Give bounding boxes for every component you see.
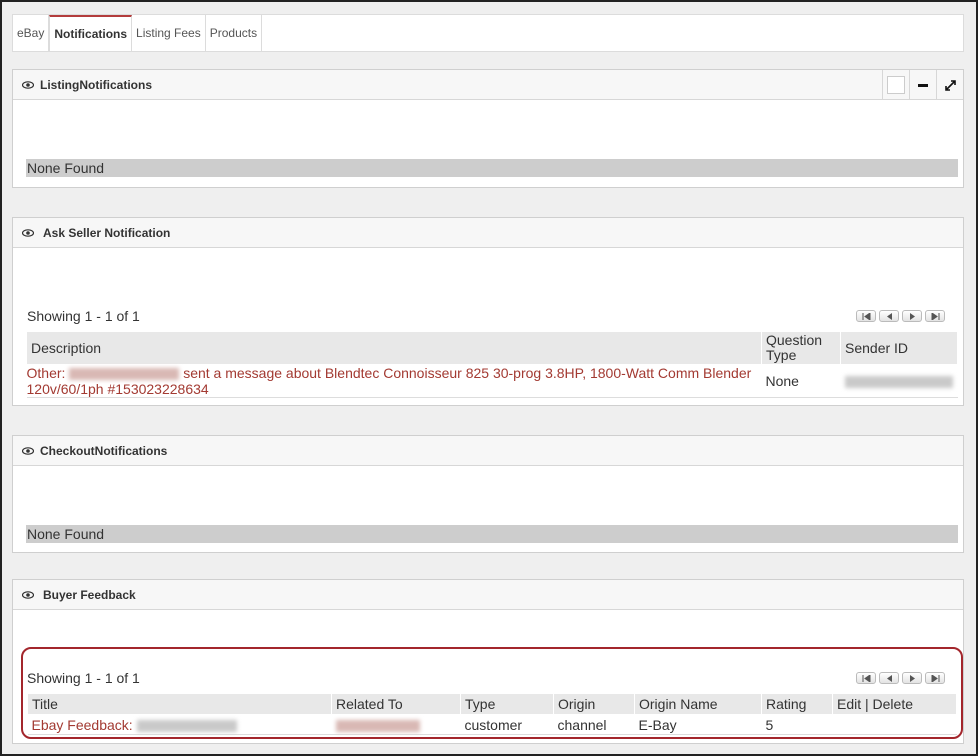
message-prefix: Other: bbox=[26, 365, 66, 381]
panel-header: Buyer Feedback bbox=[13, 580, 963, 610]
empty-message: None Found bbox=[26, 525, 958, 543]
description-cell[interactable]: Other: sent a message about Blendtec Con… bbox=[26, 364, 762, 398]
panel-header: Ask Seller Notification bbox=[13, 218, 963, 248]
tab-products[interactable]: Products bbox=[206, 15, 263, 51]
tab-bar: eBay Notifications Listing Fees Products bbox=[12, 14, 964, 52]
redacted-sender-id bbox=[844, 376, 953, 389]
tab-listing-fees[interactable]: Listing Fees bbox=[132, 15, 206, 51]
showing-count: Showing 1 - 1 of 1 bbox=[27, 308, 140, 324]
panel-header: CheckoutNotifications bbox=[13, 436, 963, 466]
next-page-icon[interactable] bbox=[902, 310, 922, 322]
tab-ebay[interactable]: eBay bbox=[13, 15, 50, 51]
column-header[interactable]: Question Type bbox=[761, 331, 841, 365]
last-page-icon[interactable] bbox=[925, 310, 945, 322]
listing-notifications-panel: ListingNotifications None Found bbox=[12, 69, 964, 188]
tab-notifications[interactable]: Notifications bbox=[49, 15, 133, 51]
ask-seller-table: Description Question Type Sender ID Othe… bbox=[26, 331, 958, 398]
expand-icon[interactable] bbox=[936, 70, 963, 100]
empty-message: None Found bbox=[26, 159, 958, 177]
pager bbox=[856, 310, 945, 322]
table-row: Other: sent a message about Blendtec Con… bbox=[26, 364, 958, 398]
checkout-notifications-panel: CheckoutNotifications None Found bbox=[12, 435, 964, 553]
panel-header: ListingNotifications bbox=[13, 70, 963, 100]
message-text-cont: 120v/60/1ph #153023228634 bbox=[26, 381, 209, 397]
checkbox-icon[interactable] bbox=[882, 70, 909, 100]
eye-icon bbox=[22, 80, 34, 89]
panel-title: Buyer Feedback bbox=[43, 587, 136, 602]
ask-seller-panel: Ask Seller Notification Showing 1 - 1 of… bbox=[12, 217, 964, 406]
first-page-icon[interactable] bbox=[856, 310, 876, 322]
highlight-outline bbox=[21, 647, 963, 739]
eye-icon bbox=[22, 228, 34, 237]
minimize-icon[interactable] bbox=[909, 70, 936, 100]
prev-page-icon[interactable] bbox=[879, 310, 899, 322]
redacted-sender bbox=[69, 368, 180, 381]
panel-tools bbox=[882, 70, 963, 100]
column-header[interactable]: Description bbox=[26, 331, 762, 365]
column-header[interactable]: Sender ID bbox=[840, 331, 958, 365]
panel-title: ListingNotifications bbox=[40, 77, 152, 92]
eye-icon bbox=[22, 446, 34, 455]
question-type-cell: None bbox=[761, 364, 841, 398]
eye-icon bbox=[22, 590, 34, 599]
panel-title: Ask Seller Notification bbox=[43, 225, 171, 240]
sender-id-cell bbox=[840, 364, 958, 398]
message-text: sent a message about Blendtec Connoisseu… bbox=[183, 365, 752, 381]
panel-title: CheckoutNotifications bbox=[40, 443, 168, 458]
